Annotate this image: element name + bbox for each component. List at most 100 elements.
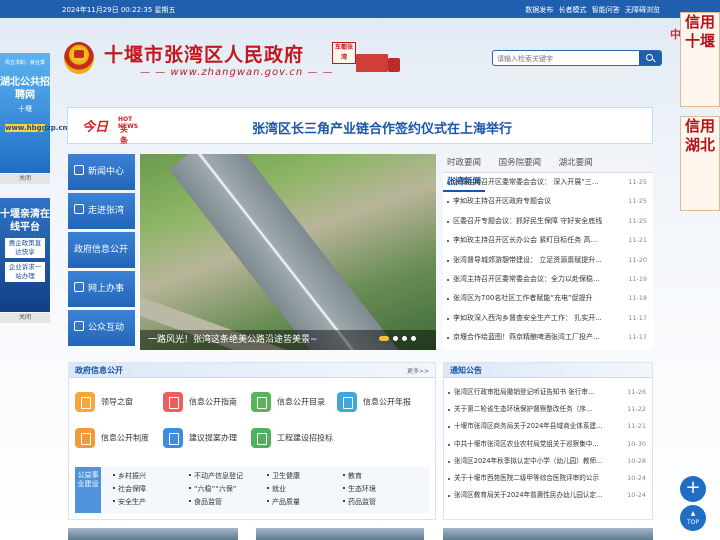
notice-header: 通知公告 [444,363,652,378]
public-link[interactable]: 不动产信息登记 [189,471,243,481]
section-title: 政府信息公开 [75,366,123,375]
carousel-dot[interactable] [379,336,389,341]
service-icon [74,282,84,292]
list-item[interactable]: 李如玫深入西沟乡督查安全生产工作： 扎实开... 11-17 [443,309,653,328]
banner-image[interactable] [68,528,238,540]
search-input[interactable] [497,53,637,64]
notice-panel: 通知公告 张湾区行政审批局撤销登记听证告知书 张行审... 11-26 关于第二轮… [443,362,653,520]
truck-icon [356,54,400,74]
public-link[interactable]: 生态环境 [343,484,376,494]
city-seal-logo: 车都张湾 [332,42,356,64]
site-title[interactable]: 十堰市张湾区人民政府 [104,40,304,67]
gov-info-header: 政府信息公开 更多>> [69,363,435,378]
close-ad2-button[interactable]: 关闭 [0,313,50,323]
accessibility-link[interactable]: 无障碍浏览 [625,6,660,14]
list-item[interactable]: 张湾区2024年秋季拟认定中小学（幼儿园）教师... 10-28 [444,453,652,470]
list-item[interactable]: 李如玫主持召开区政府专题会议 11-25 [443,192,653,211]
gov-item-guide[interactable]: 信息公开指南 [163,392,237,412]
public-link[interactable]: 产品质量 [267,497,300,507]
list-item[interactable]: 区委召开专题会议：抓好民生保障 守好安全底线 11-25 [443,212,653,231]
ad-title: 十堰亲清在线平台 [0,209,50,233]
list-item[interactable]: 张湾区教育局关于2024年普惠性民办幼儿园认定... 10-24 [444,487,652,504]
search-icon[interactable] [639,51,661,65]
public-link[interactable]: 药品监管 [343,497,376,507]
public-link[interactable]: 卫生健康 [267,471,300,481]
news-icon [74,165,84,175]
nav-gov-info[interactable]: 政府信息公开 [68,232,135,268]
list-item[interactable]: 李如玫主持召开区长办公会 紧盯目标任务 高... 11-21 [443,231,653,250]
credit-hubei-ad[interactable]: 信用湖北 [680,116,720,211]
list-item[interactable]: 张湾督导城郊游憩带建设： 立足资源禀赋提升... 11-20 [443,251,653,270]
ad-subtitle: 十堰 [18,105,32,113]
tab-hubei[interactable]: 湖北要闻 [555,154,597,173]
list-item[interactable]: 关于十堰市西苑医院二级甲等综合医院评审的公示 10-24 [444,470,652,487]
list-item[interactable]: 京堰合作绘蓝图！燕京精酿啤酒张湾工厂投产... 11-17 [443,328,653,347]
gov-item-catalog[interactable]: 信息公开目录 [251,392,325,412]
list-item[interactable]: 中共十堰市张湾区农业农村局党组关于巡察集中... 10-30 [444,436,652,453]
tab-politics[interactable]: 时政要闻 [443,154,485,173]
proposal-icon [163,428,183,448]
public-link[interactable]: 安全生产 [113,497,146,507]
catalog-icon [251,392,271,412]
news-panel: 时政要闻 国务院要闻 湖北要闻 张湾新闻 张湾主持召开区委常委会会议： 深入开展… [443,154,653,350]
close-ad1-button[interactable]: 关闭 [0,174,50,184]
headline-banner[interactable]: 今日 HOT NEWS 头条 张湾区长三角产业链合作签约仪式在上海举行 [67,107,653,145]
banner-image[interactable] [256,528,424,540]
public-link[interactable]: 食品监管 [189,497,222,507]
elder-mode-link[interactable]: 长者模式 [559,6,587,14]
more-link[interactable]: 更多>> [407,366,429,375]
bottom-banners [68,528,653,540]
carousel-dot[interactable] [402,336,407,341]
nav-about[interactable]: 走进张湾 [68,193,135,229]
list-item[interactable]: 张湾主持召开区委常委会会议： 深入开展“三... 11-25 [443,173,653,192]
list-item[interactable]: 关于第二轮省生态环境保护督察整改任务（序... 11-22 [444,401,652,418]
tab-state-council[interactable]: 国务院要闻 [495,154,546,173]
gov-item-annual-report[interactable]: 信息公开年报 [337,392,411,412]
public-link[interactable]: “六稳”“六保” [189,484,237,494]
back-to-top-button[interactable]: ▲ TOP [680,505,706,531]
public-link[interactable]: 教育 [343,471,362,481]
ad-appeal-button[interactable]: 企业诉求一站办理 [5,262,45,282]
gov-item-bidding[interactable]: 工程建设招投标 [251,428,333,448]
nav-news-center[interactable]: 新闻中心 [68,154,135,190]
platform-ad[interactable]: 十堰亲清在线平台 惠企政策直达快享 企业诉求一站办理 [0,198,50,312]
ad-link: www.hbggzp.cn [5,124,68,132]
rules-icon [75,428,95,448]
building-icon [74,204,84,214]
public-link[interactable]: 乡村振兴 [113,471,146,481]
list-item[interactable]: 十堰市张湾区商务局关于2024年县域商业体系建... 11-21 [444,418,652,435]
ad-tagline: 周五求职，就业季 [4,60,45,66]
national-emblem-icon [64,42,94,74]
plus-icon[interactable]: + [680,476,706,502]
photo-carousel[interactable]: 一路风光！张湾这条绝美公路沿途皆美景~ [140,154,436,350]
list-item[interactable]: 张湾主持召开区委常委会会议：全力以赴保稳... 11-19 [443,270,653,289]
gov-item-proposals[interactable]: 建议提案办理 [163,428,237,448]
gov-info-panel: 政府信息公开 更多>> 领导之窗 信息公开指南 信息公开目录 信息公开年报 信息… [68,362,436,520]
headline-text[interactable]: 张湾区长三角产业链合作签约仪式在上海举行 [252,118,512,137]
list-item[interactable]: 张湾区行政审批局撤销登记听证告知书 张行审... 11-26 [444,384,652,401]
carousel-dots [375,334,416,343]
carousel-dot[interactable] [393,336,398,341]
top-links: 数据发布 长者模式 智能问答 无障碍浏览 [522,5,660,15]
carousel-dot[interactable] [411,336,416,341]
search-box [492,50,662,66]
recruitment-ad[interactable]: 周五求职，就业季 湖北公共招聘网 十堰 www.hbggzp.cn [0,53,68,173]
compass-icon [163,392,183,412]
today-headline-logo: 今日 HOT NEWS 头条 [82,116,139,145]
date-time: 2024年11月29日 00:22:35 星期五 [62,6,176,14]
smart-qa-link[interactable]: 智能问答 [592,6,620,14]
site-header: 十堰市张湾区人民政府 — — www.zhangwan.gov.cn — — 车… [60,20,662,98]
public-link[interactable]: 社会保障 [113,484,146,494]
gov-item-leaders[interactable]: 领导之窗 [75,392,133,412]
credit-shiyan-ad[interactable]: 信用十堰 [680,12,720,107]
list-item[interactable]: 张湾区为700名社区工作者赋能“充电”促提升 11-18 [443,289,653,308]
public-link[interactable]: 就业 [267,484,286,494]
ad-policy-button[interactable]: 惠企政策直达快享 [5,238,45,258]
nav-interaction[interactable]: 公众互动 [68,310,135,346]
nav-online-service[interactable]: 网上办事 [68,271,135,307]
public-affairs-label: 公益事业建设 [75,467,101,513]
banner-image[interactable] [443,528,653,540]
gov-item-system[interactable]: 信息公开制度 [75,428,149,448]
section-title: 通知公告 [450,366,482,375]
data-release-link[interactable]: 数据发布 [525,6,553,14]
